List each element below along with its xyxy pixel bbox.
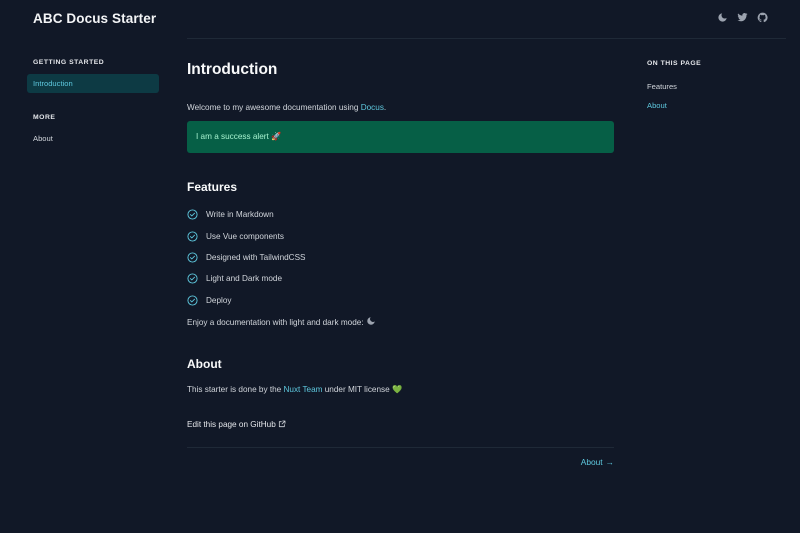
- sidebar-item-introduction[interactable]: Introduction: [27, 74, 159, 93]
- check-circle-icon: [187, 209, 198, 220]
- intro-text: Welcome to my awesome documentation usin…: [187, 103, 361, 112]
- sidebar-item-about[interactable]: About: [27, 129, 159, 148]
- list-item: Light and Dark mode: [187, 268, 614, 289]
- about-text: This starter is done by the: [187, 384, 284, 394]
- list-item: Write in Markdown: [187, 204, 614, 225]
- feature-label: Deploy: [206, 295, 232, 305]
- list-item: Deploy: [187, 290, 614, 311]
- github-icon[interactable]: [757, 12, 768, 23]
- intro-paragraph: Welcome to my awesome documentation usin…: [187, 102, 614, 114]
- about-suffix: under MIT license: [322, 384, 392, 394]
- header-icon-bar: [717, 12, 768, 23]
- check-circle-icon: [187, 252, 198, 263]
- external-link-icon: [278, 420, 286, 428]
- mode-text: Enjoy a documentation with light and dar…: [187, 317, 366, 327]
- edit-row: Edit this page on GitHub: [187, 419, 614, 431]
- site-title[interactable]: ABC Docus Starter: [33, 11, 156, 26]
- page-title: Introduction: [187, 61, 278, 78]
- green-heart-emoji: 💚: [391, 384, 403, 394]
- features-list: Write in Markdown Use Vue components Des…: [187, 204, 614, 311]
- nuxt-team-link[interactable]: Nuxt Team: [283, 385, 322, 394]
- header-divider: [187, 38, 786, 39]
- toc-heading: ON THIS PAGE: [647, 60, 702, 67]
- feature-label: Designed with TailwindCSS: [206, 252, 306, 262]
- next-page-label[interactable]: About: [581, 457, 603, 467]
- main-content: Introduction Welcome to my awesome docum…: [187, 58, 614, 467]
- moon-icon: [367, 317, 375, 325]
- check-circle-icon: [187, 231, 198, 242]
- moon-icon[interactable]: [717, 12, 728, 23]
- check-circle-icon: [187, 295, 198, 306]
- sidebar-nav: GETTING STARTED Introduction MORE About: [27, 56, 159, 148]
- sidebar-heading-more: MORE: [33, 114, 56, 121]
- mode-paragraph: Enjoy a documentation with light and dar…: [187, 316, 614, 329]
- list-item: Designed with TailwindCSS: [187, 247, 614, 268]
- check-circle-icon: [187, 273, 198, 284]
- next-page-link[interactable]: About →: [187, 457, 614, 467]
- success-alert: I am a success alert 🚀: [187, 121, 614, 153]
- list-item: Use Vue components: [187, 225, 614, 246]
- toc-item-features[interactable]: Features: [647, 77, 701, 96]
- table-of-contents: ON THIS PAGE Features About: [647, 58, 701, 115]
- feature-label: Write in Markdown: [206, 210, 274, 220]
- feature-label: Light and Dark mode: [206, 274, 283, 284]
- sidebar-heading-getting-started: GETTING STARTED: [33, 59, 105, 66]
- content-divider: [187, 446, 614, 448]
- about-paragraph: This starter is done by the Nuxt Team un…: [187, 384, 614, 396]
- toc-item-about[interactable]: About: [647, 96, 701, 115]
- feature-label: Use Vue components: [206, 231, 284, 241]
- arrow-right-icon: →: [605, 456, 614, 467]
- site-header: ABC Docus Starter: [0, 0, 800, 38]
- twitter-icon[interactable]: [737, 12, 748, 23]
- about-heading: About: [187, 356, 222, 371]
- alert-text: I am a success alert 🚀: [196, 132, 282, 141]
- features-heading: Features: [187, 180, 238, 194]
- intro-suffix: .: [383, 103, 387, 112]
- edit-on-github-link[interactable]: Edit this page on GitHub: [187, 420, 276, 429]
- docus-link[interactable]: Docus: [361, 103, 384, 112]
